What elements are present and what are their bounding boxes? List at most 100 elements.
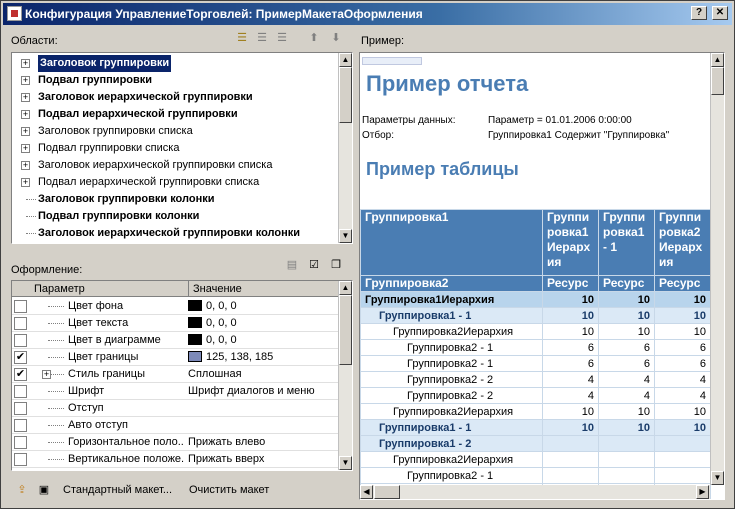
- use-checkbox[interactable]: [14, 300, 27, 313]
- scroll-thumb[interactable]: [339, 67, 352, 123]
- design-row[interactable]: Авто отступ: [12, 417, 340, 434]
- design-row[interactable]: Отступ: [12, 400, 340, 417]
- use-checkbox[interactable]: [14, 436, 27, 449]
- help-button[interactable]: ?: [691, 6, 707, 20]
- checkall-icon[interactable]: ☑: [305, 256, 323, 274]
- design-row[interactable]: Цвет в диаграмме 0, 0, 0: [12, 332, 340, 349]
- scroll-down-arrow-icon[interactable]: ▼: [711, 471, 724, 485]
- table-row: Группировка1 - 1 10 10 10: [360, 307, 711, 324]
- scroll-down-arrow-icon[interactable]: ▼: [339, 456, 352, 470]
- row-value: 10: [654, 323, 711, 340]
- tree-line: [48, 425, 64, 426]
- move-up-icon[interactable]: ⬆: [305, 29, 323, 47]
- scroll-thumb[interactable]: [711, 67, 724, 95]
- row-label: Группировка2 - 1: [360, 355, 543, 372]
- param-value[interactable]: Шрифт диалогов и меню: [188, 383, 315, 400]
- row-value: 10: [598, 403, 655, 420]
- row-label: Группировка1 - 1: [360, 419, 543, 436]
- param-value[interactable]: 0, 0, 0: [188, 332, 237, 349]
- param-value[interactable]: Сплошная: [188, 366, 242, 383]
- param-value[interactable]: 0, 0, 0: [188, 298, 237, 315]
- tree-line: [48, 391, 64, 392]
- scroll-down-arrow-icon[interactable]: ▼: [339, 229, 352, 243]
- expand-icon[interactable]: +: [21, 178, 30, 187]
- scroll-up-arrow-icon[interactable]: ▲: [711, 53, 724, 67]
- scroll-up-arrow-icon[interactable]: ▲: [339, 53, 352, 67]
- copy-style-icon[interactable]: ▤: [283, 256, 301, 274]
- scroll-thumb[interactable]: [339, 295, 352, 365]
- design-grid-header: Параметр Значение: [12, 281, 340, 297]
- design-row[interactable]: Цвет фона 0, 0, 0: [12, 298, 340, 315]
- row-label: Группировка2Иерархия: [360, 451, 543, 468]
- column-value[interactable]: Значение: [188, 281, 242, 297]
- design-row[interactable]: Цвет текста 0, 0, 0: [12, 315, 340, 332]
- design-row[interactable]: ✔ + Стиль границы Сплошная: [12, 366, 340, 383]
- params-value: Параметр = 01.01.2006 0:00:00: [488, 115, 632, 126]
- row-value: 10: [654, 419, 711, 436]
- row-label: Группировка2 - 1: [360, 339, 543, 356]
- tree-line: [48, 323, 64, 324]
- row-value: 6: [542, 339, 599, 356]
- param-value-text: Прижать вверх: [188, 453, 265, 465]
- param-value[interactable]: 125, 138, 185: [188, 349, 273, 366]
- expand-icon[interactable]: +: [21, 127, 30, 136]
- design-scrollbar[interactable]: ▲ ▼: [338, 281, 352, 470]
- param-value[interactable]: 0, 0, 0: [188, 315, 237, 332]
- expand-icon[interactable]: +: [21, 59, 30, 68]
- expand-icon[interactable]: +: [21, 144, 30, 153]
- move-down-icon[interactable]: ⬇: [327, 29, 345, 47]
- column-param[interactable]: Параметр: [34, 281, 85, 297]
- use-checkbox[interactable]: ✔: [14, 368, 27, 381]
- row-value: 4: [542, 371, 599, 388]
- use-checkbox[interactable]: [14, 334, 27, 347]
- use-checkbox[interactable]: ✔: [14, 351, 27, 364]
- expand-icon[interactable]: +: [21, 93, 30, 102]
- expand-icon[interactable]: +: [42, 370, 51, 379]
- scroll-right-arrow-icon[interactable]: ▶: [696, 485, 709, 499]
- use-checkbox[interactable]: [14, 385, 27, 398]
- design-row[interactable]: ✔ Цвет границы 125, 138, 185: [12, 349, 340, 366]
- design-row[interactable]: Вертикальное положе... Прижать вверх: [12, 451, 340, 468]
- params-label: Параметры данных:: [362, 115, 456, 126]
- scroll-up-arrow-icon[interactable]: ▲: [339, 281, 352, 295]
- preview-vscroll[interactable]: ▲ ▼: [710, 53, 724, 485]
- param-value[interactable]: Заб...: [188, 468, 216, 470]
- color-swatch: [188, 300, 202, 311]
- param-value[interactable]: Прижать вверх: [188, 451, 264, 468]
- open-icon[interactable]: ⇪: [13, 481, 31, 499]
- expand-icon[interactable]: +: [21, 161, 30, 170]
- expand-icon[interactable]: +: [21, 110, 30, 119]
- design-row[interactable]: Р... Заб...: [12, 468, 340, 471]
- color-swatch: [188, 334, 202, 345]
- area-item-label: Подвал иерархической группировки: [38, 108, 238, 120]
- standard-layout-button[interactable]: Стандартный макет...: [63, 480, 172, 500]
- param-name: Вертикальное положе...: [68, 453, 184, 465]
- use-checkbox[interactable]: [14, 453, 27, 466]
- use-checkbox[interactable]: [14, 402, 27, 415]
- use-checkbox[interactable]: [14, 317, 27, 330]
- scroll-left-arrow-icon[interactable]: ◀: [360, 485, 373, 499]
- design-row[interactable]: Шрифт Шрифт диалогов и меню: [12, 383, 340, 400]
- title-bar[interactable]: Конфигурация УправлениеТорговлей: Пример…: [3, 3, 732, 25]
- indent-icon[interactable]: ☰: [253, 29, 271, 47]
- row-value: [598, 451, 655, 468]
- hscroll-thumb[interactable]: [374, 485, 400, 499]
- areas-scrollbar[interactable]: ▲ ▼: [338, 53, 352, 243]
- design-row[interactable]: Горизонтальное поло... Прижать влево: [12, 434, 340, 451]
- copy-icon[interactable]: ❐: [327, 256, 345, 274]
- clear-layout-button[interactable]: Очистить макет: [189, 480, 269, 500]
- save-icon[interactable]: ▣: [35, 481, 53, 499]
- preview-area: Пример отчета Параметры данных: Параметр…: [359, 52, 725, 500]
- close-button[interactable]: ✕: [712, 6, 728, 20]
- row-value: [654, 451, 711, 468]
- param-value[interactable]: Прижать влево: [188, 434, 265, 451]
- add-area-icon[interactable]: ☰: [233, 29, 251, 47]
- use-checkbox[interactable]: [14, 419, 27, 432]
- use-checkbox[interactable]: [14, 470, 27, 471]
- color-swatch: [188, 317, 202, 328]
- tree-line: [26, 216, 36, 217]
- expand-icon[interactable]: +: [21, 76, 30, 85]
- outdent-icon[interactable]: ☰: [273, 29, 291, 47]
- preview-hscroll[interactable]: ◀ ▶: [360, 485, 710, 499]
- row-value: [542, 451, 599, 468]
